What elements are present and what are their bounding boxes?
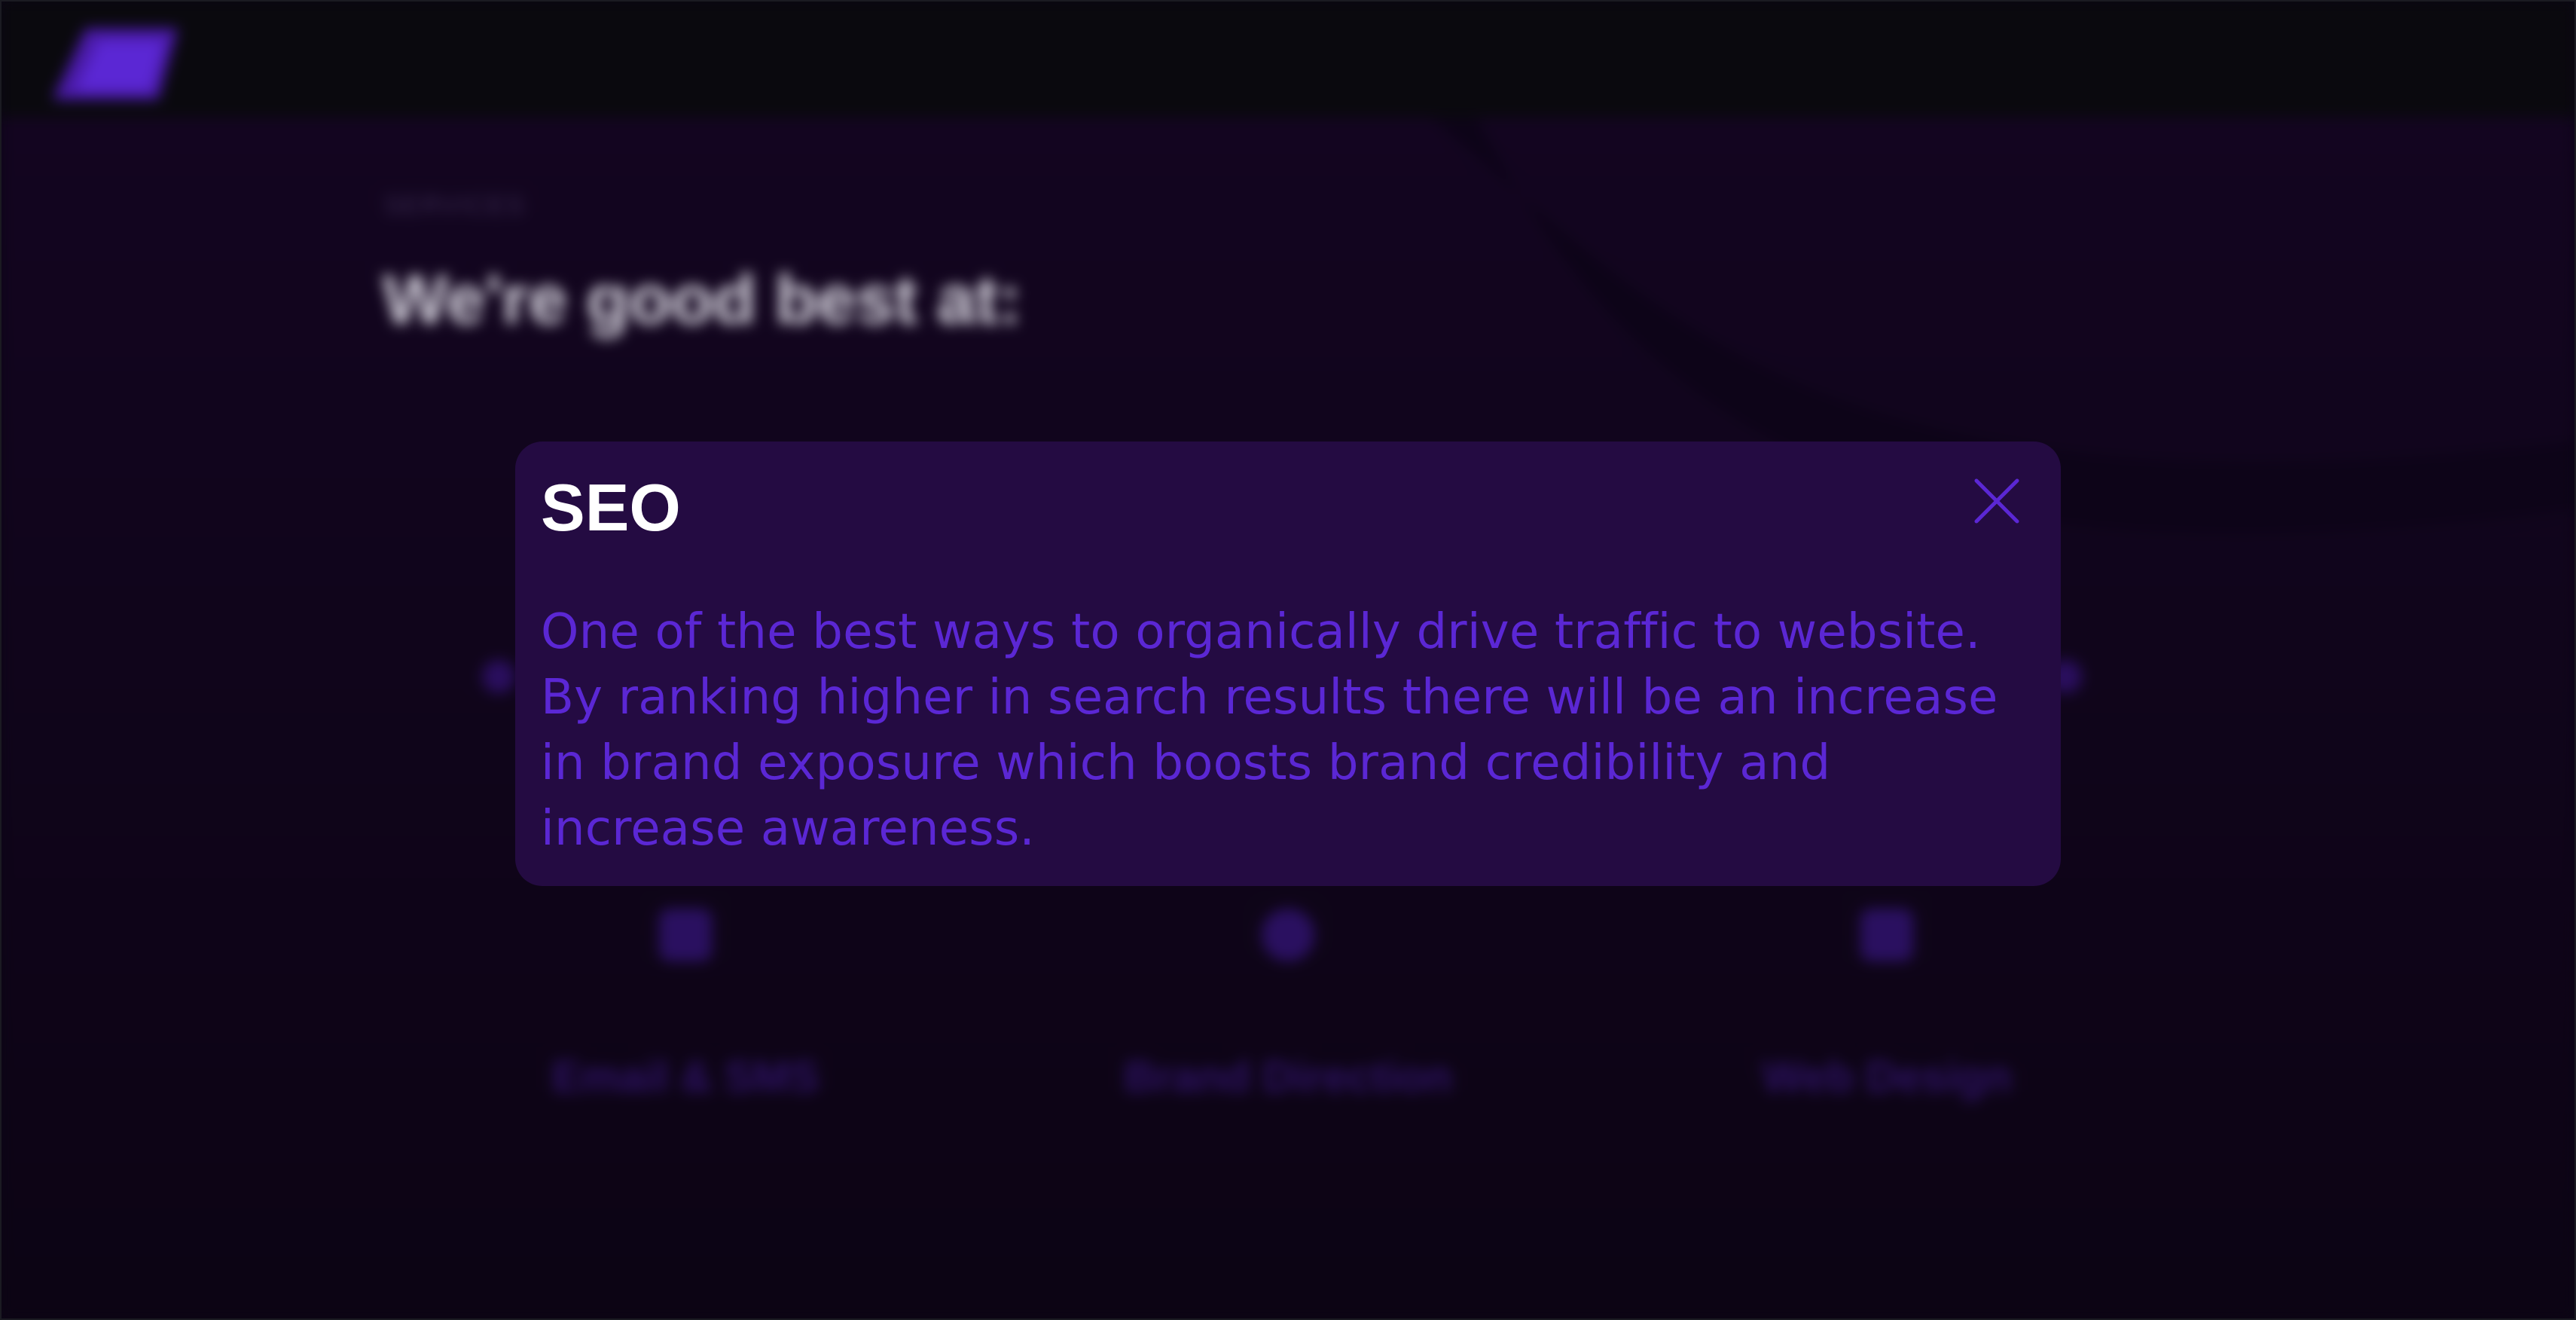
brand-logo[interactable] bbox=[53, 21, 178, 99]
service-label-brand-direction[interactable]: Brand Direction bbox=[1124, 1052, 1451, 1102]
close-icon bbox=[1974, 478, 2019, 524]
service-label-web-design[interactable]: Web Design bbox=[1763, 1052, 2012, 1102]
service-label-email-sms[interactable]: Email & SMS bbox=[552, 1052, 819, 1102]
compass-icon bbox=[1262, 909, 1314, 961]
section-headline: We're good best at: bbox=[383, 261, 1022, 338]
monitor-icon bbox=[1860, 909, 1913, 961]
service-detail-modal: SEO One of the best ways to organically … bbox=[515, 442, 2061, 886]
envelope-icon bbox=[659, 909, 712, 961]
close-button[interactable] bbox=[1970, 475, 2023, 527]
modal-title: SEO bbox=[541, 470, 681, 545]
section-eyebrow: SERVICES bbox=[384, 191, 526, 220]
modal-description: One of the best ways to organically driv… bbox=[541, 604, 1998, 857]
top-navigation-bar bbox=[0, 0, 2576, 118]
carousel-prev-dot[interactable] bbox=[482, 660, 515, 693]
